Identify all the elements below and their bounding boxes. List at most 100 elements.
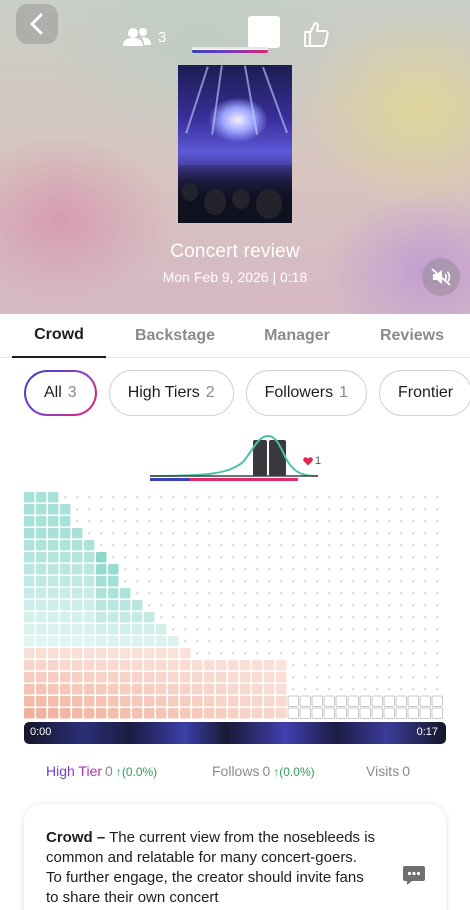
grid-empty-dot [328,652,331,655]
grid-cell [120,660,131,671]
grid-empty-dot [292,592,295,595]
viewers-indicator[interactable]: 3 [122,27,166,47]
grid-empty-dot [328,628,331,631]
chip-label: High Tiers [127,384,200,401]
grid-empty-dot [256,592,259,595]
grid-empty-dot [232,568,235,571]
grid-empty-dot [364,688,367,691]
grid-cell [24,672,35,683]
grid-cell [72,612,83,623]
grid-empty-dot [340,592,343,595]
grid-empty-dot [232,652,235,655]
grid-cell [168,660,179,671]
grid-cell [228,660,239,671]
heart-reactions[interactable]: 1 [303,455,321,467]
grid-cell [132,600,143,611]
chip-count: 2 [205,384,215,401]
grid-empty-dot [316,580,319,583]
tab-manager[interactable]: Manager [244,314,350,358]
grid-cell [264,660,275,671]
tab-crowd[interactable]: Crowd [12,314,106,358]
grid-cell [48,588,59,599]
grid-cell [36,492,47,503]
grid-empty-dot [340,544,343,547]
video-thumbnail[interactable] [178,65,292,223]
grid-cell [48,612,59,623]
grid-empty-dot [184,568,187,571]
chip-all[interactable]: All 3 [24,370,97,416]
grid-empty-dot [112,496,115,499]
grid-cell [84,660,95,671]
chip-frontier[interactable]: Frontier [379,370,470,416]
grid-cell [24,516,35,527]
grid-empty-dot [172,520,175,523]
grid-cell [72,576,83,587]
grid-cell [24,612,35,623]
video-scrubber[interactable]: 0:00 0:17 [24,722,446,744]
grid-cell [120,636,131,647]
grid-cell [216,660,227,671]
grid-cell [168,684,179,695]
grid-empty-dot [184,520,187,523]
grid-cell [84,696,95,707]
grid-empty-dot [244,496,247,499]
grid-empty-dot [388,664,391,667]
stats-row: High Tier 0 ↑(0.0%) Follows 0 ↑(0.0%) Vi… [0,763,470,783]
grid-empty-dot [232,556,235,559]
grid-cell [36,624,47,635]
grid-empty-dot [376,544,379,547]
grid-empty-dot [436,688,439,691]
grid-empty-dot [388,592,391,595]
grid-empty-dot [88,508,91,511]
grid-cell [156,636,167,647]
grid-cell [48,564,59,575]
back-button[interactable] [16,4,58,44]
grid-empty-dot [328,556,331,559]
comment-icon[interactable] [402,864,426,886]
grid-empty-dot [364,532,367,535]
grid-cell [168,648,179,659]
grid-empty-dot [232,616,235,619]
grid-cell [60,684,71,695]
grid-cell [192,696,203,707]
grid-empty-dot [376,688,379,691]
grid-empty-dot [184,508,187,511]
grid-cell [132,612,143,623]
grid-cell [72,672,83,683]
chip-followers[interactable]: Followers 1 [245,370,367,416]
grid-cell [24,600,35,611]
grid-cell [36,648,47,659]
grid-cell [120,672,131,683]
grid-empty-dot [256,628,259,631]
grid-empty-dot [280,520,283,523]
chip-high-tiers[interactable]: High Tiers 2 [108,370,234,416]
grid-cell [60,672,71,683]
grid-empty-dot [268,556,271,559]
grid-empty-dot [352,496,355,499]
grid-empty-dot [316,652,319,655]
grid-cell [120,648,131,659]
grid-cell [84,600,95,611]
grid-empty-dot [184,544,187,547]
tab-reviews[interactable]: Reviews [360,314,464,358]
grid-cell [132,648,143,659]
grid-empty-dot [304,532,307,535]
grid-empty-dot [172,604,175,607]
grid-empty-dot [352,508,355,511]
mute-button[interactable] [422,258,460,296]
grid-cell [96,708,107,719]
grid-cell [371,695,383,707]
grid-empty-dot [388,652,391,655]
grid-empty-dot [424,580,427,583]
reaction-meter-box [248,16,280,48]
grid-empty-dot [316,508,319,511]
grid-empty-dot [364,556,367,559]
grid-empty-dot [436,628,439,631]
grid-cell [228,672,239,683]
grid-empty-dot [436,664,439,667]
like-button[interactable] [302,20,330,53]
grid-cell [419,707,431,719]
grid-empty-dot [436,508,439,511]
grid-empty-dot [184,556,187,559]
tab-backstage[interactable]: Backstage [116,314,234,358]
